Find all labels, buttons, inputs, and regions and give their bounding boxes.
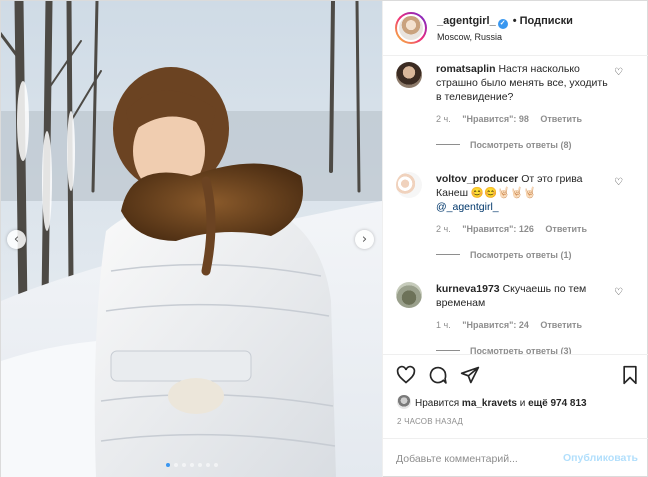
comments-list[interactable]: romatsaplin Настя насколько страшно было… [383, 57, 648, 354]
commenter-username[interactable]: voltov_producer [436, 173, 518, 185]
comment-like-icon[interactable]: ♡ [614, 287, 623, 298]
author-avatar[interactable] [395, 12, 427, 44]
carousel-dot [189, 463, 194, 467]
likes-count[interactable]: ещё 974 813 [528, 398, 587, 409]
comment-likes[interactable]: "Нравится": 98 [462, 114, 529, 124]
view-replies-label: Посмотреть ответы (1) [470, 250, 572, 260]
instagram-post-modal: ‹ › _agentgirl_ ✓ • Подписки Moscow, Russi… [0, 0, 648, 477]
view-replies-label: Посмотреть ответы (8) [470, 140, 572, 150]
liker-username[interactable]: ma_kravets [462, 398, 517, 409]
commenter-username[interactable]: kurneva1973 [436, 283, 500, 295]
commenter-username[interactable]: romatsaplin [436, 63, 496, 75]
commenter-avatar[interactable] [396, 62, 422, 88]
comment-likes[interactable]: "Нравится": 126 [462, 224, 534, 234]
post-photo[interactable]: ‹ › [1, 1, 382, 477]
author-line: _agentgirl_ ✓ • Подписки [437, 15, 573, 29]
carousel-indicator [1, 463, 382, 467]
comment-like-icon[interactable]: ♡ [614, 177, 623, 188]
view-replies-button[interactable]: Посмотреть ответы (1) [436, 250, 571, 260]
comment-form: Опубликовать [383, 438, 648, 477]
comment-time: 2 ч. [436, 224, 451, 234]
divider [436, 254, 460, 255]
comment-input[interactable] [396, 450, 556, 468]
reply-button[interactable]: Ответить [540, 114, 582, 124]
likes-connector: и [519, 398, 526, 409]
carousel-dot [197, 463, 202, 467]
next-slide-button[interactable]: › [355, 230, 374, 249]
carousel-dot [213, 463, 218, 467]
bookmark-icon[interactable] [621, 365, 639, 388]
separator: • [512, 15, 517, 27]
post-sidebar: _agentgirl_ ✓ • Подписки Moscow, Russia ro… [382, 1, 648, 477]
comment-meta: 1 ч. "Нравится": 24 Ответить [436, 320, 591, 330]
view-replies-label: Посмотреть ответы (3) [470, 346, 572, 354]
liker-avatar [397, 395, 411, 409]
comment-text: romatsaplin Настя насколько страшно было… [436, 62, 614, 104]
carousel-dot [173, 463, 178, 467]
carousel-dot [205, 463, 210, 467]
mention-link[interactable]: @_agentgirl_ [436, 201, 499, 213]
post-comment-button[interactable]: Опубликовать [563, 452, 638, 464]
heart-icon[interactable] [396, 365, 416, 388]
view-replies-button[interactable]: Посмотреть ответы (3) [436, 346, 571, 354]
comment-text: kurneva1973 Скучаешь по тем временам [436, 282, 614, 310]
comment-icon[interactable] [428, 365, 448, 388]
likes-summary[interactable]: Нравится ma_kravets и ещё 974 813 [397, 395, 587, 409]
comment-meta: 2 ч. "Нравится": 126 Ответить [436, 224, 596, 234]
location-link[interactable]: Moscow, Russia [437, 32, 502, 42]
divider [436, 350, 460, 351]
author-username[interactable]: _agentgirl_ [437, 15, 496, 27]
carousel-dot [165, 463, 170, 467]
comment-time: 1 ч. [436, 320, 451, 330]
comment-likes[interactable]: "Нравится": 24 [462, 320, 529, 330]
post-header: _agentgirl_ ✓ • Подписки Moscow, Russia [383, 1, 648, 56]
chevron-left-icon: ‹ [13, 231, 20, 247]
chevron-right-icon: › [361, 231, 368, 247]
comment-like-icon[interactable]: ♡ [614, 67, 623, 78]
comment-time: 2 ч. [436, 114, 451, 124]
view-replies-button[interactable]: Посмотреть ответы (8) [436, 140, 571, 150]
likes-prefix: Нравится [415, 398, 460, 409]
follow-button[interactable]: Подписки [520, 15, 573, 27]
comment-meta: 2 ч. "Нравится": 98 Ответить [436, 114, 591, 124]
reply-button[interactable]: Ответить [540, 320, 582, 330]
post-actions: Нравится ma_kravets и ещё 974 813 2 ЧАСО… [383, 354, 648, 444]
photo-illustration [1, 1, 382, 477]
carousel-dot [181, 463, 186, 467]
comment-text: voltov_producer От это грива Канеш 😊😊🤘🏻🤘… [436, 172, 614, 214]
reply-button[interactable]: Ответить [545, 224, 587, 234]
previous-slide-button[interactable]: ‹ [7, 230, 26, 249]
paper-plane-icon[interactable] [460, 365, 480, 388]
verified-badge-icon: ✓ [497, 19, 508, 29]
commenter-avatar[interactable] [396, 172, 422, 198]
post-timestamp[interactable]: 2 ЧАСОВ НАЗАД [397, 417, 463, 426]
divider [436, 144, 460, 145]
commenter-avatar[interactable] [396, 282, 422, 308]
